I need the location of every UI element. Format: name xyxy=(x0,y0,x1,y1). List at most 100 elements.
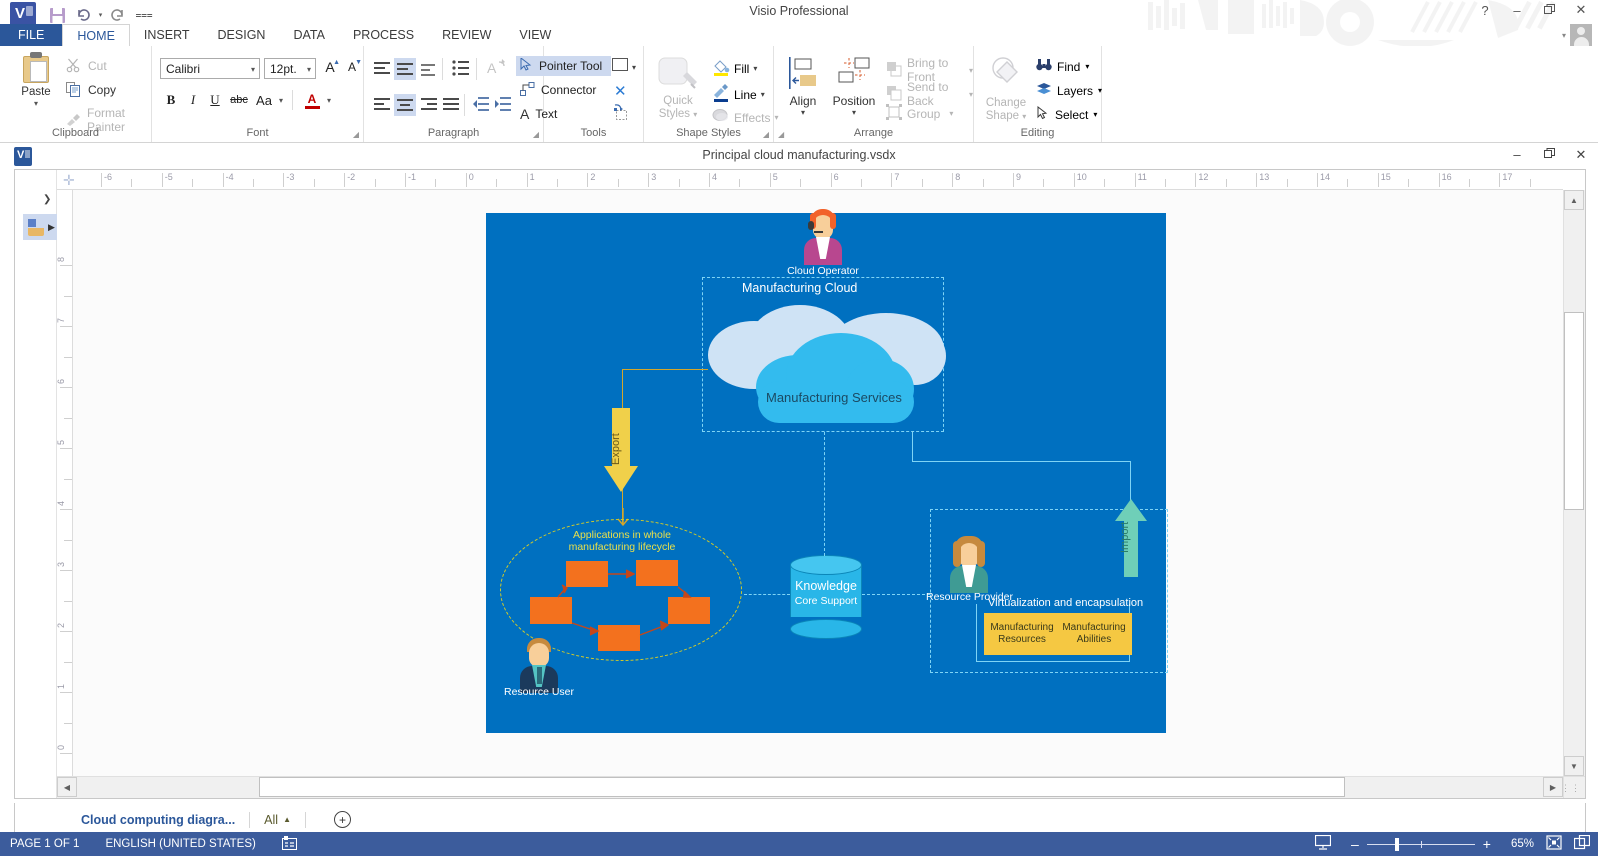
vertical-scrollbar[interactable]: ▲ ▼ xyxy=(1563,190,1585,776)
horizontal-scroll-thumb[interactable] xyxy=(259,777,1345,797)
change-shape-button[interactable]: Change Shape ▾ xyxy=(980,56,1032,123)
doc-restore-button[interactable] xyxy=(1542,147,1556,163)
cut-button[interactable]: Cut xyxy=(66,58,107,74)
page-count-label[interactable]: PAGE 1 OF 1 xyxy=(10,838,79,850)
italic-button[interactable]: I xyxy=(184,90,202,110)
expand-shapes-pane-icon[interactable]: ❯ xyxy=(43,194,51,205)
fit-window-icon[interactable] xyxy=(1573,834,1591,853)
scroll-down-button[interactable]: ▼ xyxy=(1564,756,1584,776)
account-dropdown-icon[interactable]: ▾ xyxy=(1562,31,1566,40)
knowledge-cylinder[interactable]: Knowledge Core Support xyxy=(790,555,862,639)
pointer-shape-icon[interactable] xyxy=(612,104,630,127)
change-case-dropdown-icon[interactable]: ▾ xyxy=(276,92,286,108)
close-button[interactable]: ✕ xyxy=(1572,2,1590,18)
resize-grip-icon[interactable]: ⋮⋮ xyxy=(1561,783,1581,794)
shrink-font-button[interactable]: A ▼ xyxy=(342,56,362,78)
tab-review[interactable]: REVIEW xyxy=(428,24,505,46)
scroll-right-button[interactable]: ▶ xyxy=(1543,777,1563,797)
align-middle-button[interactable] xyxy=(394,58,416,80)
text-tool-button[interactable]: A Text xyxy=(516,104,561,124)
chevron-down-icon[interactable]: ▾ xyxy=(753,64,757,73)
chevron-down-icon[interactable]: ▾ xyxy=(307,65,311,74)
chevron-down-icon[interactable]: ▾ xyxy=(251,65,255,74)
restore-button[interactable] xyxy=(1540,3,1558,18)
effects-button[interactable]: Effects ▾ xyxy=(712,108,778,127)
zoom-slider[interactable]: – + xyxy=(1343,836,1499,852)
align-right-button[interactable] xyxy=(419,96,439,114)
font-dialog-launcher-icon[interactable]: ◢ xyxy=(353,130,359,139)
cloud-manufacturing-diagram[interactable]: Manufacturing Cloud Cloud Operator Manuf… xyxy=(486,209,1168,733)
page-tab-current[interactable]: Cloud computing diagra... xyxy=(81,813,235,827)
shape-styles-dialog-launcher-icon[interactable]: ◢ xyxy=(763,130,769,139)
zoom-out-button[interactable]: – xyxy=(1343,836,1367,852)
position-dropdown-icon[interactable]: ▾ xyxy=(828,108,880,117)
align-top-button[interactable] xyxy=(372,60,392,78)
tab-data[interactable]: DATA xyxy=(279,24,338,46)
vertical-scroll-thumb[interactable] xyxy=(1564,312,1584,510)
tab-design[interactable]: DESIGN xyxy=(204,24,280,46)
font-size-select[interactable]: 12pt. ▾ xyxy=(264,58,316,79)
align-button[interactable]: Align ▾ xyxy=(782,56,824,117)
justify-button[interactable] xyxy=(441,96,461,114)
chevron-down-icon[interactable]: ▾ xyxy=(1093,110,1097,119)
zoom-handle[interactable] xyxy=(1394,837,1399,851)
tab-file[interactable]: FILE xyxy=(0,24,63,46)
text-direction-button[interactable]: A xyxy=(486,58,506,76)
quick-styles-button[interactable]: Quick Styles ▾ xyxy=(650,54,706,121)
doc-close-button[interactable]: ✕ xyxy=(1574,147,1588,163)
vertical-ruler[interactable]: 8 7 6 5 4 3 2 1 0 xyxy=(57,190,73,776)
scroll-left-button[interactable]: ◀ xyxy=(57,777,77,797)
avatar[interactable] xyxy=(1570,24,1592,46)
horizontal-scrollbar[interactable]: ◀ ▶ xyxy=(57,776,1563,798)
align-center-button[interactable] xyxy=(394,94,416,116)
chevron-down-icon[interactable]: ▾ xyxy=(949,109,953,118)
strikethrough-button[interactable]: abc xyxy=(228,90,250,110)
fit-page-icon[interactable] xyxy=(1546,835,1562,853)
chevron-down-icon[interactable]: ▾ xyxy=(969,66,973,75)
paragraph-dialog-launcher-icon[interactable]: ◢ xyxy=(533,130,539,139)
help-button[interactable]: ? xyxy=(1476,3,1494,18)
font-color-button[interactable]: A xyxy=(302,88,322,112)
align-left-button[interactable] xyxy=(372,96,392,114)
tab-process[interactable]: PROCESS xyxy=(339,24,428,46)
language-label[interactable]: ENGLISH (UNITED STATES) xyxy=(105,838,255,850)
chevron-up-icon[interactable]: ▲ xyxy=(283,815,291,824)
underline-button[interactable]: U xyxy=(206,90,224,110)
grow-font-button[interactable]: A ▲ xyxy=(320,56,340,78)
tab-insert[interactable]: INSERT xyxy=(130,24,204,46)
bullet-list-button[interactable] xyxy=(452,59,472,77)
chevron-down-icon[interactable]: ▾ xyxy=(969,90,973,99)
macro-record-icon[interactable] xyxy=(281,835,297,853)
arrange-dialog-launcher-icon[interactable]: ◢ xyxy=(778,130,784,139)
chevron-down-icon[interactable]: ▾ xyxy=(1085,62,1089,71)
chevron-down-icon[interactable]: ▾ xyxy=(1098,86,1102,95)
resource-user-avatar[interactable] xyxy=(516,633,562,693)
all-pages-button[interactable]: All ▲ xyxy=(264,813,291,827)
paste-dropdown-icon[interactable]: ▾ xyxy=(12,99,60,108)
find-button[interactable]: Find ▾ xyxy=(1036,58,1089,75)
shape-gallery-button[interactable]: ▾ xyxy=(612,58,636,76)
tab-home[interactable]: HOME xyxy=(62,24,130,46)
paste-button[interactable]: Paste ▾ xyxy=(12,52,60,108)
chevron-right-icon[interactable]: ▶ xyxy=(48,222,55,233)
group-button[interactable]: Group ▾ xyxy=(886,104,953,123)
bold-button[interactable]: B xyxy=(162,90,180,110)
connector-button[interactable]: Connector xyxy=(516,80,600,100)
horizontal-ruler[interactable]: -6 -5 -4 -3 -2 -1 0 1 2 3 4 5 6 7 8 9 10 11 12 13 14 15 16 17 ✛ xyxy=(57,170,1563,190)
insert-page-button[interactable]: + xyxy=(334,811,351,828)
chevron-down-icon[interactable]: ▾ xyxy=(632,63,636,72)
zoom-level-label[interactable]: 65% xyxy=(1511,838,1534,850)
layers-button[interactable]: Layers ▾ xyxy=(1036,82,1102,99)
decrease-indent-button[interactable] xyxy=(472,96,492,114)
pointer-tool-button[interactable]: Pointer Tool xyxy=(516,56,611,76)
align-dropdown-icon[interactable]: ▾ xyxy=(782,108,824,117)
line-tool-close-icon[interactable]: ✕ xyxy=(614,82,627,100)
account-area[interactable]: ▾ xyxy=(1562,24,1592,46)
change-case-button[interactable]: Aa xyxy=(252,90,276,110)
line-button[interactable]: Line ▾ xyxy=(712,84,765,105)
presentation-mode-icon[interactable] xyxy=(1314,834,1332,853)
cloud-operator-avatar[interactable] xyxy=(800,205,846,265)
scroll-up-button[interactable]: ▲ xyxy=(1564,190,1584,210)
drawing-canvas[interactable]: Manufacturing Cloud Cloud Operator Manuf… xyxy=(73,190,1563,776)
minimize-button[interactable]: – xyxy=(1508,3,1526,18)
